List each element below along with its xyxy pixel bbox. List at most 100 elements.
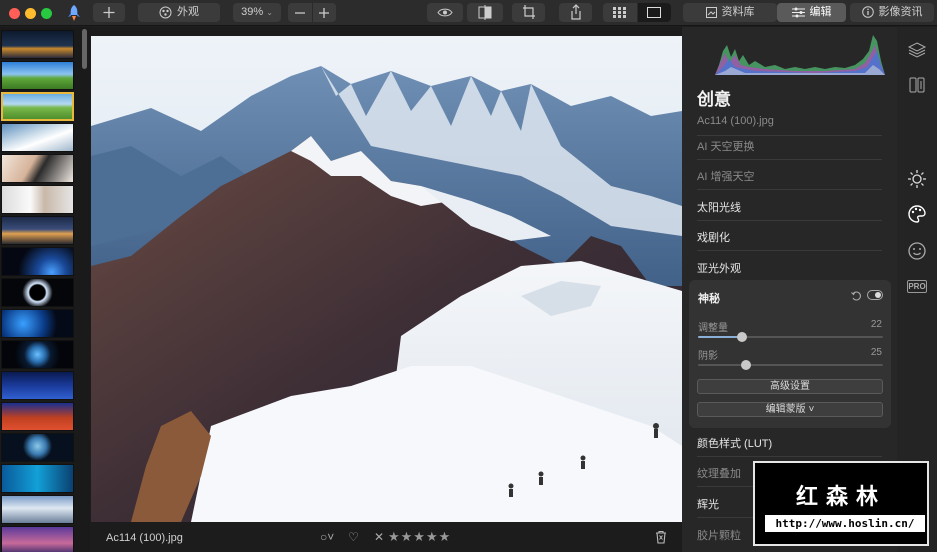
divider: [697, 189, 882, 190]
layers-icon[interactable]: [907, 40, 927, 60]
thumbnail[interactable]: [1, 123, 74, 152]
heart-icon[interactable]: ♡: [348, 530, 359, 544]
filmstrip-scrollbar[interactable]: [82, 29, 87, 69]
slider-amount-handle[interactable]: [737, 332, 748, 342]
grid-icon: [613, 7, 627, 18]
card-title: 神秘: [698, 293, 720, 305]
crop-icon: [522, 5, 535, 19]
filmstrip: [0, 27, 90, 552]
edit-mask-button[interactable]: 编辑蒙版 ˅: [697, 402, 883, 417]
thumbnail[interactable]: [1, 61, 74, 90]
thumbnail[interactable]: [1, 30, 74, 59]
thumbnail[interactable]: [1, 278, 74, 307]
preview-toggle-button[interactable]: [427, 3, 463, 22]
single-view-button[interactable]: [636, 3, 671, 22]
tool-glow[interactable]: 辉光: [697, 496, 719, 512]
appearance-icon: [159, 6, 172, 19]
tool-matte-look[interactable]: 亚光外观: [697, 260, 741, 276]
view-mode-toggle: [603, 3, 671, 22]
thumbnail[interactable]: [1, 340, 74, 369]
tab-info[interactable]: 影像资讯: [850, 3, 934, 22]
tool-ai-sky-replace[interactable]: AI 天空更换: [697, 138, 754, 154]
thumbnail[interactable]: [1, 371, 74, 400]
photo-viewer: Ac114 (100).jpg ○˅ ♡ ✕ ★★★★★: [90, 27, 682, 552]
thumbnail[interactable]: [1, 185, 74, 214]
zoom-out-button[interactable]: [288, 3, 312, 22]
histogram: [715, 35, 885, 75]
thumbnail[interactable]: [1, 402, 74, 431]
tool-texture-overlay[interactable]: 纹理叠加: [697, 465, 741, 481]
divider: [697, 220, 882, 221]
thumbnail[interactable]: [1, 464, 74, 493]
zoom-window-button[interactable]: [41, 8, 52, 19]
minus-icon: [294, 11, 305, 14]
star-rating[interactable]: ★★★★★: [388, 529, 451, 545]
compare-button[interactable]: [467, 3, 503, 22]
flag-circle-icon[interactable]: ○˅: [320, 530, 334, 544]
face-icon[interactable]: [907, 241, 927, 261]
zoom-in-button[interactable]: [311, 3, 337, 22]
slider-amount-label: 调整量: [698, 323, 728, 334]
appearance-button[interactable]: 外观: [138, 3, 220, 22]
thumbnail[interactable]: [1, 433, 74, 462]
tool-color-styles-lut[interactable]: 颜色样式 (LUT): [697, 435, 772, 451]
slider-shadows[interactable]: [698, 360, 883, 370]
appearance-label: 外观: [177, 6, 199, 18]
tab-library-label: 资料库: [721, 6, 755, 18]
panel-filename: Ac114 (100).jpg: [697, 115, 774, 127]
tool-film-grain[interactable]: 胶片颗粒: [697, 527, 741, 543]
plus-icon: [103, 7, 115, 18]
add-button[interactable]: [93, 3, 125, 22]
slider-amount-value: 22: [870, 319, 882, 330]
photo-status-bar: Ac114 (100).jpg ○˅ ♡ ✕ ★★★★★: [90, 525, 682, 552]
toggle-knob: [875, 292, 881, 298]
tab-edit[interactable]: 编辑: [777, 3, 846, 22]
pro-tools-button[interactable]: PRO: [907, 280, 927, 293]
watermark-url: http://www.hoslin.cn/: [765, 515, 925, 532]
zoom-value: 39%: [241, 6, 264, 18]
tool-sun-rays[interactable]: 太阳光线: [697, 199, 741, 215]
compare-panels-icon[interactable]: [907, 75, 927, 95]
thumbnail[interactable]: [1, 526, 74, 552]
trash-icon[interactable]: [655, 530, 667, 544]
divider: [697, 135, 882, 136]
zoom-stepper: [288, 3, 336, 22]
sun-icon[interactable]: [907, 169, 927, 189]
palette-icon[interactable]: [907, 204, 927, 224]
mystical-tool-card: 神秘 调整量 22 阴影 25 高级设置 编辑蒙版 ˅: [689, 280, 891, 428]
watermark: 红森林 http://www.hoslin.cn/: [753, 461, 929, 546]
plus-icon: [319, 7, 330, 18]
thumbnail[interactable]: [1, 247, 74, 276]
tab-library[interactable]: 资料库: [683, 3, 777, 22]
divider: [697, 250, 882, 251]
thumbnail[interactable]: [1, 309, 74, 338]
reject-icon[interactable]: ✕: [374, 530, 384, 544]
close-window-button[interactable]: [9, 8, 20, 19]
main-photo[interactable]: [91, 36, 682, 522]
tool-dramatic[interactable]: 戏剧化: [697, 229, 730, 245]
grid-view-button[interactable]: [603, 3, 637, 22]
thumbnail[interactable]: [1, 154, 74, 183]
visibility-toggle[interactable]: [867, 290, 883, 300]
slider-shadows-handle[interactable]: [741, 360, 752, 370]
zoom-select[interactable]: 39% ⌄: [233, 3, 281, 22]
info-icon: [861, 6, 874, 18]
eye-icon: [437, 8, 453, 17]
share-icon: [570, 4, 581, 20]
advanced-settings-button[interactable]: 高级设置: [697, 379, 883, 394]
rocket-icon: [68, 5, 80, 21]
thumbnail[interactable]: [1, 495, 74, 524]
divider: [697, 456, 882, 457]
tool-ai-sky-enhance[interactable]: AI 增强天空: [697, 168, 754, 184]
photo-filename: Ac114 (100).jpg: [106, 532, 183, 544]
slider-shadows-value: 25: [870, 347, 882, 358]
thumbnail[interactable]: [1, 216, 74, 245]
toolbar: 外观 39% ⌄ 资料库 编辑 影像资讯: [0, 0, 937, 26]
crop-button[interactable]: [512, 3, 545, 22]
share-button[interactable]: [559, 3, 592, 22]
minimize-window-button[interactable]: [25, 8, 36, 19]
slider-amount[interactable]: [698, 332, 883, 342]
panel-title: 创意: [697, 90, 731, 109]
reset-icon[interactable]: [851, 291, 861, 301]
thumbnail-selected[interactable]: [1, 92, 74, 121]
